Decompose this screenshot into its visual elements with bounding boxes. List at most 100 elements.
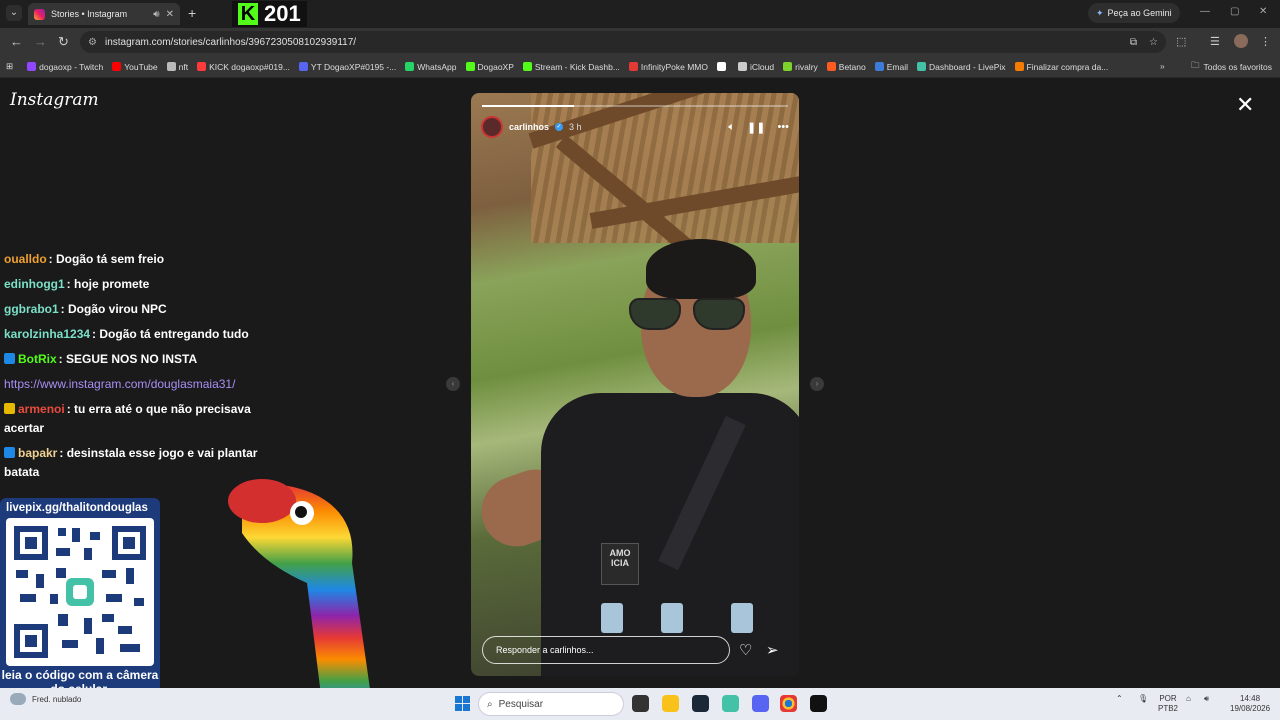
volume-icon[interactable]: 🔊︎: [1204, 694, 1209, 704]
instagram-stories-page: Instagram ✕ ‹ › AMO ICIA carlinhos ✓ 3 h…: [0, 78, 1280, 703]
bookmark-label: Finalizar compra da...: [1026, 61, 1109, 72]
windows-taskbar: Fred. nublado ⌕ Pesquisar ⌃ 🎙︎ POR PTB2 …: [0, 688, 1280, 720]
livepix-app-icon[interactable]: [722, 695, 739, 712]
gemini-button[interactable]: ✦ Peça ao Gemini: [1088, 3, 1180, 23]
close-story-icon[interactable]: ✕: [1236, 94, 1254, 116]
livepix-qr-panel: livepix.gg/thalitondouglas leia o código: [0, 498, 160, 702]
language-indicator[interactable]: POR PTB2: [1158, 694, 1178, 714]
bookmark-item[interactable]: rivalry: [783, 62, 818, 72]
bookmark-item[interactable]: Betano: [826, 62, 866, 72]
extensions-icon[interactable]: ⬚: [1176, 35, 1186, 48]
instagram-logo[interactable]: Instagram: [10, 90, 99, 110]
chat-text: : Dogão virou NPC: [60, 302, 167, 316]
tab-audio-icon[interactable]: 🔊︎: [153, 9, 159, 20]
tab-close-icon[interactable]: ✕: [166, 9, 174, 20]
maximize-icon[interactable]: ▢: [1230, 6, 1239, 17]
task-view-icon[interactable]: [632, 695, 649, 712]
windows-start-icon[interactable]: [455, 696, 470, 711]
bookmark-item[interactable]: WhatsApp: [405, 61, 457, 72]
bookmark-item[interactable]: InfinityPoke MMO: [628, 61, 708, 72]
bookmark-item[interactable]: Stream - Kick Dashb...: [522, 61, 620, 72]
new-tab-button[interactable]: +: [188, 5, 196, 21]
chat-badge-icon: [4, 403, 15, 414]
bookmark-favicon-icon: [197, 62, 207, 71]
qr-code-icon: [6, 518, 154, 666]
taskbar-search-placeholder: Pesquisar: [498, 698, 544, 710]
bookmark-favicon-icon: [522, 62, 532, 71]
bookmark-item[interactable]: Email: [874, 61, 908, 72]
bookmark-item[interactable]: iCloud: [738, 62, 774, 72]
weather-widget[interactable]: Fred. nublado: [10, 693, 81, 705]
story-image-sunglasses: [629, 298, 759, 334]
site-info-icon[interactable]: ⚙: [88, 37, 97, 48]
chat-username: oualldo: [4, 252, 47, 266]
bookmark-label: InfinityPoke MMO: [640, 61, 708, 72]
bookmark-item[interactable]: nft: [166, 62, 188, 72]
chat-badge-icon: [4, 447, 15, 458]
bookmark-label: Stream - Kick Dashb...: [534, 61, 620, 72]
mic-icon[interactable]: 🎙︎: [1138, 694, 1148, 704]
bookmark-item[interactable]: YouTube: [112, 62, 158, 72]
network-icon[interactable]: ⌂: [1186, 694, 1191, 704]
chat-link[interactable]: https://www.instagram.com/douglasmaia31/: [4, 377, 235, 391]
lang-bottom: PTB2: [1158, 704, 1179, 713]
file-explorer-icon[interactable]: [662, 695, 679, 712]
next-story-icon[interactable]: ›: [810, 377, 824, 391]
bookmark-item[interactable]: Dashboard - LivePix: [917, 62, 1006, 72]
window-close-icon[interactable]: ✕: [1259, 6, 1267, 17]
tray-chevron-icon[interactable]: ⌃: [1116, 694, 1123, 704]
story-viewer[interactable]: AMO ICIA carlinhos ✓ 3 h 🔈︎ ❚❚ ••• Respo…: [471, 93, 799, 676]
chat-message: edinhogg1: hoje promete: [4, 275, 266, 294]
steam-icon[interactable]: [692, 695, 709, 712]
minimize-icon[interactable]: —: [1200, 6, 1210, 17]
more-options-icon[interactable]: •••: [777, 121, 789, 134]
menu-kebab-icon[interactable]: ⋮: [1260, 35, 1271, 48]
story-user-avatar[interactable]: [481, 116, 503, 138]
story-image-hair: [646, 239, 756, 299]
chat-text: : Dogão tá entregando tudo: [92, 327, 249, 341]
forward-icon[interactable]: →: [34, 34, 47, 49]
chrome-icon[interactable]: [780, 695, 797, 712]
pause-icon[interactable]: ❚❚: [747, 121, 765, 134]
bookmark-item[interactable]: Finalizar compra da...: [1014, 61, 1109, 72]
all-bookmarks-button[interactable]: 🗀︎ Todos os favoritos: [1191, 56, 1272, 78]
tab-stories-instagram[interactable]: Stories • Instagram 🔊︎ ✕: [28, 3, 180, 25]
chat-text: : SEGUE NOS NO INSTA: [58, 352, 198, 366]
reply-input[interactable]: Responder a carlinhos...: [482, 636, 730, 664]
bookmark-label: WhatsApp: [417, 61, 457, 72]
story-username[interactable]: carlinhos: [509, 122, 549, 132]
profile-avatar[interactable]: [1234, 34, 1248, 48]
cloud-icon: [10, 693, 26, 705]
sock-puppet-mascot: [222, 473, 392, 703]
bookmark-favicon-icon: [783, 62, 793, 71]
apps-grid-icon[interactable]: ⊞: [6, 61, 13, 72]
bookmark-item[interactable]: KICK dogaoxp#019...: [197, 62, 290, 72]
mute-icon[interactable]: 🔈︎: [728, 121, 735, 134]
previous-story-icon[interactable]: ‹: [446, 377, 460, 391]
bookmark-star-icon[interactable]: ☆: [1149, 37, 1158, 48]
bookmark-label: Email: [886, 61, 908, 72]
bookmark-item[interactable]: [717, 62, 729, 72]
like-heart-icon[interactable]: ♡: [739, 641, 752, 659]
bookmark-item[interactable]: dogaoxp - Twitch: [27, 62, 103, 72]
taskbar-search-input[interactable]: ⌕ Pesquisar: [478, 692, 624, 716]
discord-icon[interactable]: [752, 695, 769, 712]
bookmark-label: DogaoXP: [477, 61, 514, 72]
game-app-icon[interactable]: [810, 695, 827, 712]
chat-text: : hoje promete: [66, 277, 150, 291]
clock[interactable]: 14:48 19/08/2026: [1230, 694, 1270, 714]
bookmark-item[interactable]: YT DogaoXP#0195 -...: [298, 62, 396, 72]
address-bar[interactable]: ⚙ instagram.com/stories/carlinhos/396723…: [80, 31, 1166, 53]
back-icon[interactable]: ←: [10, 34, 23, 49]
cast-icon[interactable]: ⧉: [1130, 37, 1137, 48]
reload-icon[interactable]: ↻: [58, 34, 69, 50]
share-send-icon[interactable]: ➢: [766, 641, 779, 659]
url-text: instagram.com/stories/carlinhos/39672305…: [104, 36, 357, 48]
tab-search-button[interactable]: ⌄: [6, 5, 22, 21]
bookmark-favicon-icon: [405, 62, 415, 71]
bookmark-item[interactable]: DogaoXP: [465, 61, 514, 72]
reading-list-icon[interactable]: ☰: [1210, 35, 1220, 48]
story-time: 3 h: [569, 122, 582, 132]
lang-top: POR: [1159, 694, 1177, 703]
bookmarks-overflow-icon[interactable]: »: [1160, 61, 1165, 71]
